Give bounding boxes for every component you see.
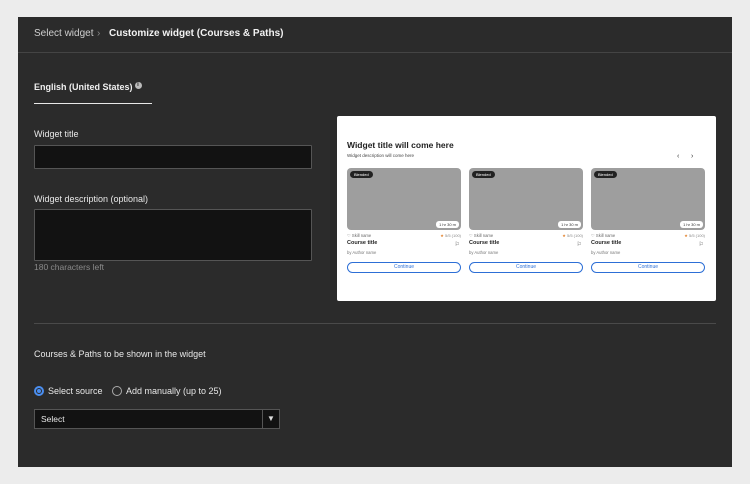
radio-select-source[interactable]: Select source <box>34 386 103 396</box>
author-name: by Author name <box>469 250 499 255</box>
bookmark-icon[interactable]: ⚐ <box>577 241 582 248</box>
duration-badge: 1 hr 30 m <box>436 221 459 228</box>
course-title: Course title <box>469 240 500 246</box>
source-select[interactable]: Select ▼ <box>34 409 280 429</box>
skill-name: ♡ Skill name <box>347 233 372 238</box>
blended-badge: Blended <box>594 171 617 178</box>
locale-tab[interactable]: English (United States) i <box>34 82 142 92</box>
info-icon[interactable]: i <box>134 82 142 89</box>
radio-add-manually-label: Add manually (up to 25) <box>126 386 222 396</box>
radio-select-source-label: Select source <box>48 386 103 396</box>
skill-name: ♡ Skill name <box>469 233 494 238</box>
rating: ★ 5/5 (100) <box>562 233 583 238</box>
preview-title: Widget title will come here <box>347 140 454 150</box>
duration-badge: 1 hr 30 m <box>558 221 581 228</box>
breadcrumb-current: Customize widget (Courses & Paths) <box>109 28 284 39</box>
rating: ★ 5/5 (100) <box>684 233 705 238</box>
breadcrumb-select-widget[interactable]: Select widget <box>34 28 93 39</box>
characters-left-hint: 180 characters left <box>34 262 104 272</box>
course-title: Course title <box>347 240 378 246</box>
radio-selected-icon[interactable] <box>34 386 44 396</box>
star-icon: ★ <box>684 233 688 238</box>
continue-button[interactable]: Continue <box>347 262 461 273</box>
duration-badge: 1 hr 30 m <box>680 221 703 228</box>
continue-button[interactable]: Continue <box>469 262 583 273</box>
chevron-right-icon[interactable]: › <box>691 153 693 160</box>
author-name: by Author name <box>347 250 377 255</box>
widget-title-label: Widget title <box>34 129 79 139</box>
course-thumbnail: Blended 1 hr 30 m <box>591 168 705 230</box>
widget-description-textarea[interactable] <box>34 209 312 261</box>
rating: ★ 5/5 (100) <box>440 233 461 238</box>
preview-description: Widget description will come here <box>347 153 415 158</box>
radio-add-manually[interactable]: Add manually (up to 25) <box>112 386 222 396</box>
course-title: Course title <box>591 240 622 246</box>
select-value: Select <box>41 414 65 424</box>
locale-tab-underline <box>34 103 152 104</box>
chevron-right-icon: › <box>97 28 101 39</box>
blended-badge: Blended <box>350 171 373 178</box>
widget-preview: Widget title will come here Widget descr… <box>337 116 716 301</box>
courses-label: Courses & Paths to be shown in the widge… <box>34 349 206 359</box>
bookmark-icon[interactable]: ⚐ <box>699 241 704 248</box>
star-icon: ★ <box>562 233 566 238</box>
section-divider <box>34 323 716 324</box>
widget-description-label: Widget description (optional) <box>34 194 149 204</box>
course-card[interactable]: Blended 1 hr 30 m ♡ Skill name ★ 5/5 (10… <box>347 168 461 276</box>
radio-unselected-icon[interactable] <box>112 386 122 396</box>
star-icon: ★ <box>440 233 444 238</box>
course-thumbnail: Blended 1 hr 30 m <box>347 168 461 230</box>
bookmark-icon[interactable]: ⚐ <box>455 241 460 248</box>
customize-widget-panel: Select widget › Customize widget (Course… <box>18 17 732 467</box>
locale-label: English (United States) <box>34 82 133 92</box>
skill-name: ♡ Skill name <box>591 233 616 238</box>
continue-button[interactable]: Continue <box>591 262 705 273</box>
chevron-down-icon[interactable]: ▼ <box>262 410 279 428</box>
widget-title-input[interactable] <box>34 145 312 169</box>
breadcrumb: Select widget › Customize widget (Course… <box>18 17 732 53</box>
course-card[interactable]: Blended 1 hr 30 m ♡ Skill name ★ 5/5 (10… <box>469 168 583 276</box>
course-thumbnail: Blended 1 hr 30 m <box>469 168 583 230</box>
course-card[interactable]: Blended 1 hr 30 m ♡ Skill name ★ 5/5 (10… <box>591 168 705 276</box>
author-name: by Author name <box>591 250 621 255</box>
blended-badge: Blended <box>472 171 495 178</box>
chevron-left-icon[interactable]: ‹ <box>677 153 679 160</box>
